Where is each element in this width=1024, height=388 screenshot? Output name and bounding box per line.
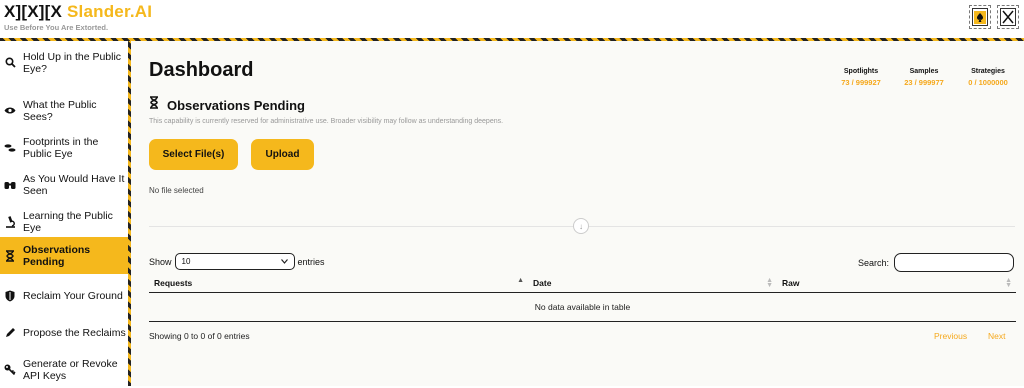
sidebar-item-propose[interactable]: Propose the Reclaims [0,314,128,351]
brand-prefix: X][X][X [4,2,63,21]
sidebar-item-label: Hold Up in the Public Eye? [23,50,122,75]
sidebar-item-as-you-would[interactable]: As You Would Have It Seen [0,166,128,203]
sidebar: Hold Up in the Public Eye? What the Publ… [0,41,128,386]
stat-value: 23 / 999977 [904,78,944,87]
sidebar-item-footprints[interactable]: Footprints in the Public Eye [0,129,128,166]
page-title: Dashboard [149,59,254,81]
shield-icon [4,290,16,302]
stat-spotlights: Spotlights 73 / 999927 [830,68,892,87]
stat-value: 0 / 1000000 [968,78,1008,87]
sidebar-item-label: Reclaim Your Ground [23,289,123,302]
binoculars-icon [4,179,16,191]
show-label: Show [149,256,172,267]
sort-ascending-icon: ▲ [517,276,524,284]
column-label: Date [533,277,552,288]
stat-label: Samples [909,68,939,75]
sidebar-item-observations-pending[interactable]: Observations Pending [0,237,128,274]
stat-value: 73 / 999927 [841,78,881,87]
spade-badge-icon [972,8,988,26]
file-status: No file selected [149,186,204,195]
brand-tagline: Use Before You Are Extorted. [4,23,109,32]
table-info: Showing 0 to 0 of 0 entries [149,331,250,341]
top-bar: X][X][X Slander.AI Use Before You Are Ex… [0,0,1024,38]
table-search: Search: [858,253,1015,272]
sidebar-item-label: Generate or Revoke API Keys [23,357,118,382]
stat-samples: Samples 23 / 999977 [894,68,954,87]
sidebar-item-label: As You Would Have It Seen [23,172,125,197]
page-length-control: Show 10 entries [149,253,325,270]
stat-strategies: Strategies 0 / 1000000 [957,68,1019,87]
search-icon [4,57,16,69]
sidebar-item-api-keys[interactable]: Generate or Revoke API Keys [0,351,128,388]
upload-button[interactable]: Upload [251,139,314,170]
sidebar-item-label: What the Public Sees? [23,98,97,123]
next-page-link[interactable]: Next [988,331,1005,341]
column-header-requests[interactable]: Requests ▲ [149,273,528,293]
footprints-icon [4,142,16,154]
close-x-icon [1000,8,1016,26]
stat-label: Spotlights [843,68,879,75]
entries-label: entries [297,256,325,267]
section-header: Observations Pending [149,96,305,114]
sort-icon: ▲ ▼ [766,276,773,289]
close-button[interactable] [997,5,1019,29]
brand[interactable]: X][X][X Slander.AI Use Before You Are Ex… [4,2,152,32]
column-header-raw[interactable]: Raw ▲ ▼ [777,273,1016,293]
sidebar-item-label: Footprints in the Public Eye [23,135,99,160]
pencil-icon [4,327,16,339]
brand-name: Slander.AI [67,2,153,21]
eye-icon [4,105,16,117]
column-label: Raw [782,277,800,288]
column-header-date[interactable]: Date ▲ ▼ [528,273,777,293]
column-label: Requests [154,277,193,288]
sort-icon: ▲ ▼ [1005,276,1012,289]
page-length-select[interactable]: 10 [174,253,295,270]
sidebar-item-hold-up[interactable]: Hold Up in the Public Eye? [0,44,128,81]
sidebar-item-reclaim[interactable]: Reclaim Your Ground [0,277,128,314]
sidebar-item-label: Observations Pending [23,243,91,268]
main-content: Dashboard Spotlights 73 / 999927 Samples… [131,41,1024,386]
page-length-value: 10 [181,257,191,266]
brand-title: X][X][X Slander.AI [4,2,152,22]
section-title: Observations Pending [167,97,305,113]
table-search-input[interactable] [894,253,1015,272]
table-header: Requests ▲ Date ▲ ▼ Raw ▲ ▼ [149,273,1016,293]
requests-table: Requests ▲ Date ▲ ▼ Raw ▲ ▼ No data availa… [149,273,1016,322]
stat-label: Strategies [971,68,1005,75]
select-files-button[interactable]: Select File(s) [149,139,238,170]
sidebar-item-public-sees[interactable]: What the Public Sees? [0,92,128,129]
search-label: Search: [858,257,890,268]
restriction-note: This capability is currently reserved fo… [149,118,504,125]
hourglass-icon [4,249,16,262]
sidebar-item-label: Learning the Public Eye [23,209,113,234]
key-icon [4,364,16,376]
sidebar-item-label: Propose the Reclaims [23,326,126,339]
microscope-icon [4,215,16,228]
sidebar-item-learning[interactable]: Learning the Public Eye [0,203,128,240]
previous-page-link[interactable]: Previous [934,331,967,341]
spade-badge-button[interactable] [969,5,991,29]
hourglass-icon [149,96,159,114]
arrow-down-icon: ↓ [579,221,583,231]
empty-table-row: No data available in table [149,293,1016,322]
expand-toggle[interactable]: ↓ [573,218,589,234]
chevron-down-icon [280,257,288,266]
